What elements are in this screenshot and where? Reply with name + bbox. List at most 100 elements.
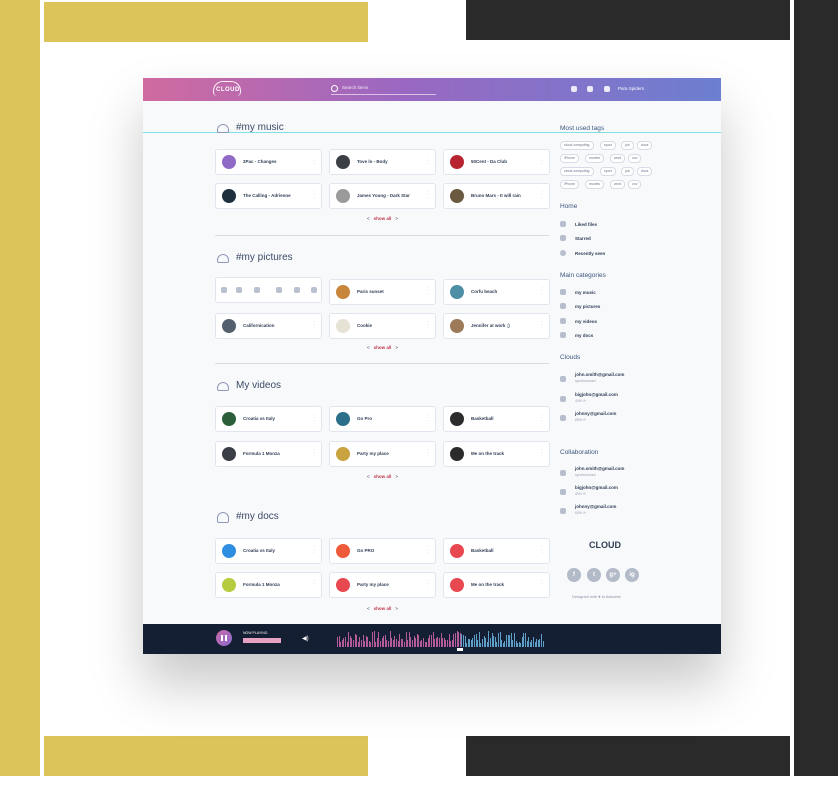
music-card[interactable]: Bruno Mars - It will rain · · · xyxy=(443,183,550,209)
doc-card[interactable]: Formula 1 Monza · · · xyxy=(215,572,322,598)
heart-icon[interactable] xyxy=(294,287,300,293)
show-all-link[interactable]: show all xyxy=(374,474,392,479)
tag[interactable]: cloud computing xyxy=(560,141,594,150)
next-page-button[interactable]: > xyxy=(395,606,398,611)
sidebar-item-music[interactable]: my music xyxy=(575,290,596,295)
collab-email[interactable]: bigjohn@gmail.com xyxy=(575,485,618,490)
show-all-link[interactable]: show all xyxy=(374,216,392,221)
more-icon[interactable]: · · · xyxy=(427,544,429,556)
playhead-marker[interactable] xyxy=(457,648,463,651)
video-card[interactable]: Croatia vs Italy · · · xyxy=(215,406,322,432)
tag[interactable]: cloud computing xyxy=(560,167,594,176)
next-page-button[interactable]: > xyxy=(395,345,398,350)
tag[interactable]: docs xyxy=(637,167,653,176)
more-icon[interactable]: · · · xyxy=(427,578,429,590)
show-all-link[interactable]: show all xyxy=(374,606,392,611)
doc-card[interactable]: Croatia vs Italy · · · xyxy=(215,538,322,564)
cloud-account-email[interactable]: john.smith@gmail.com xyxy=(575,372,624,377)
more-icon[interactable]: · · · xyxy=(313,319,315,331)
next-page-button[interactable]: > xyxy=(395,216,398,221)
sidebar-item-videos[interactable]: my videos xyxy=(575,319,597,324)
prev-page-button[interactable]: < xyxy=(367,216,370,221)
tag[interactable]: iPhone xyxy=(560,180,579,189)
bell-icon[interactable] xyxy=(587,86,593,92)
tag[interactable]: work xyxy=(610,154,626,163)
prev-page-button[interactable]: < xyxy=(367,474,370,479)
more-icon[interactable]: · · · xyxy=(541,285,543,297)
sidebar-item-docs[interactable]: my docs xyxy=(575,333,593,338)
more-icon[interactable]: · · · xyxy=(427,189,429,201)
more-icon[interactable]: · · · xyxy=(541,412,543,424)
cloud-icon[interactable] xyxy=(604,86,610,92)
more-icon[interactable]: · · · xyxy=(427,447,429,459)
more-icon[interactable]: · · · xyxy=(427,319,429,331)
search-input[interactable]: Search items xyxy=(342,85,368,90)
collab-email[interactable]: johnny@gmail.com xyxy=(575,504,616,509)
prev-page-button[interactable]: < xyxy=(367,606,370,611)
music-card[interactable]: 50Cent - Da Club · · · xyxy=(443,149,550,175)
more-icon[interactable]: · · · xyxy=(541,189,543,201)
search-bar[interactable]: Search items xyxy=(331,85,436,95)
track-progress-bar[interactable] xyxy=(243,638,281,643)
cloud-share-icon[interactable] xyxy=(254,287,260,293)
doc-card[interactable]: Basketball · · · xyxy=(443,538,550,564)
more-icon[interactable]: · · · xyxy=(541,578,543,590)
trash-icon[interactable] xyxy=(311,287,317,293)
more-icon[interactable]: · · · xyxy=(541,155,543,167)
next-page-button[interactable]: > xyxy=(395,474,398,479)
tag[interactable]: sport xyxy=(600,141,616,150)
music-card[interactable]: Tove lo - Body · · · xyxy=(329,149,436,175)
music-card[interactable]: 2Pac - Changes · · · xyxy=(215,149,322,175)
more-icon[interactable]: · · · xyxy=(541,319,543,331)
link-icon[interactable] xyxy=(236,287,242,293)
tag[interactable]: cov xyxy=(628,154,642,163)
tag[interactable]: job xyxy=(621,167,634,176)
picture-card[interactable]: Cookie · · · xyxy=(329,313,436,339)
video-card[interactable]: Formula 1 Monza · · · xyxy=(215,441,322,467)
cloud-account-email[interactable]: johnny@gmail.com xyxy=(575,411,616,416)
more-icon[interactable]: · · · xyxy=(313,447,315,459)
speaker-icon[interactable]: ◀) xyxy=(302,635,309,642)
tag[interactable]: job xyxy=(621,141,634,150)
video-card[interactable]: Party my place · · · xyxy=(329,441,436,467)
instagram-icon[interactable]: ig xyxy=(625,568,639,582)
more-icon[interactable]: · · · xyxy=(541,447,543,459)
doc-card[interactable]: Go PRO · · · xyxy=(329,538,436,564)
facebook-icon[interactable]: f xyxy=(567,568,581,582)
more-icon[interactable]: · · · xyxy=(541,544,543,556)
more-icon[interactable]: · · · xyxy=(313,155,315,167)
tag[interactable]: moviee xyxy=(585,154,605,163)
twitter-icon[interactable]: t xyxy=(587,568,601,582)
user-menu[interactable]: Para Spiders xyxy=(618,86,644,91)
more-icon[interactable]: · · · xyxy=(313,412,315,424)
video-card[interactable]: Me on the track · · · xyxy=(443,441,550,467)
collab-email[interactable]: john.smith@gmail.com xyxy=(575,466,624,471)
select-icon[interactable] xyxy=(221,287,227,293)
more-icon[interactable]: · · · xyxy=(427,412,429,424)
waveform[interactable] xyxy=(337,629,550,647)
picture-card[interactable]: Californication · · · xyxy=(215,313,322,339)
prev-page-button[interactable]: < xyxy=(367,345,370,350)
video-card[interactable]: Go Pro · · · xyxy=(329,406,436,432)
picture-card[interactable]: Jennifer at work ;) · · · xyxy=(443,313,550,339)
tag[interactable]: docs xyxy=(637,141,653,150)
more-icon[interactable]: · · · xyxy=(313,578,315,590)
sidebar-item-liked[interactable]: Liked files xyxy=(575,222,597,227)
music-card[interactable]: James Young - Dark Star · · · xyxy=(329,183,436,209)
tag[interactable]: movies xyxy=(585,180,605,189)
more-icon[interactable]: · · · xyxy=(427,155,429,167)
more-icon[interactable]: · · · xyxy=(313,189,315,201)
google-plus-icon[interactable]: g+ xyxy=(606,568,620,582)
app-logo[interactable]: CLOUD xyxy=(216,87,240,93)
play-icon[interactable] xyxy=(222,155,236,169)
picture-card[interactable]: Paris sunset · · · xyxy=(329,279,436,305)
cloud-account-email[interactable]: bigjohn@gmail.com xyxy=(575,392,618,397)
tag[interactable]: cov xyxy=(628,180,642,189)
star-icon[interactable] xyxy=(276,287,282,293)
show-all-link[interactable]: show all xyxy=(374,345,392,350)
sidebar-item-pictures[interactable]: my pictures xyxy=(575,304,600,309)
cloud-upload-icon[interactable] xyxy=(571,86,577,92)
doc-card[interactable]: Party my place · · · xyxy=(329,572,436,598)
sidebar-item-recent[interactable]: Recently seen xyxy=(575,251,605,256)
more-icon[interactable]: · · · xyxy=(427,285,429,297)
